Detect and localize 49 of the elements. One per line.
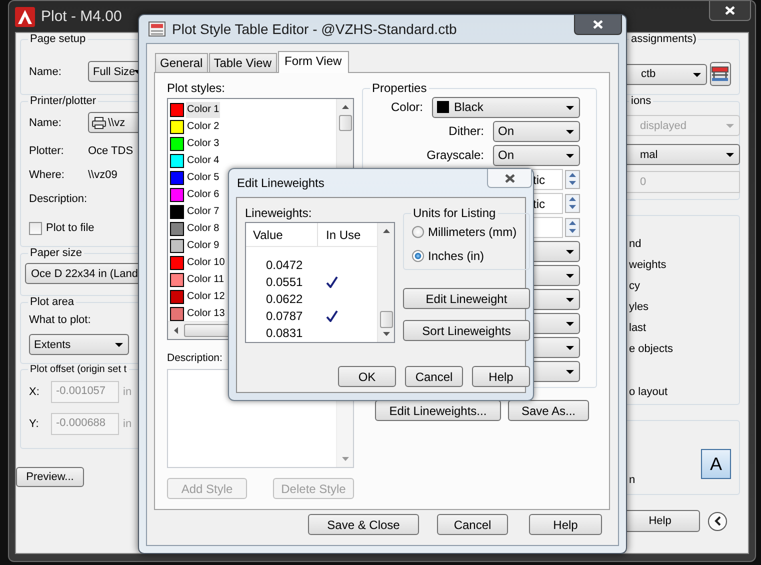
list-item-text: Color 7 bbox=[186, 204, 220, 218]
group-heading: Plot area bbox=[29, 296, 76, 308]
list-item-text: Color 10 bbox=[186, 256, 226, 270]
list-item-text: Color 8 bbox=[186, 222, 220, 236]
group-heading: assignments) bbox=[630, 33, 698, 45]
field-label: Where: bbox=[29, 169, 66, 181]
table-cell-text: 0.0472 bbox=[265, 258, 304, 272]
group-heading: Units for Listing bbox=[412, 206, 497, 220]
field-label: Description: bbox=[29, 193, 88, 205]
field-value: Oce TDS bbox=[88, 145, 134, 157]
list-item-text: Color 6 bbox=[186, 188, 220, 202]
field-label: Color: bbox=[390, 100, 423, 114]
field-label: Name: bbox=[29, 116, 62, 128]
list-item-text: Color 1 bbox=[186, 102, 220, 118]
window-title: Edit Lineweights bbox=[236, 176, 324, 190]
group-heading: ions bbox=[630, 95, 652, 107]
field-label: Grayscale: bbox=[426, 148, 484, 162]
document-icon: A bbox=[701, 449, 731, 479]
list-item-text: Color 4 bbox=[186, 154, 220, 168]
list-item-text: Color 3 bbox=[186, 136, 220, 150]
field-label: Y: bbox=[29, 418, 40, 430]
table-cell-text: 0.0831 bbox=[265, 326, 304, 340]
field-label: X: bbox=[29, 386, 40, 398]
list-item-text: Color 12 bbox=[186, 290, 226, 304]
table-cell-text: 0.0787 bbox=[265, 308, 304, 322]
field-label: Name: bbox=[29, 66, 62, 78]
table-cell-text: 0.0551 bbox=[265, 274, 304, 288]
group-heading: Page setup bbox=[29, 33, 87, 45]
list-item-text: Color 11 bbox=[186, 272, 226, 286]
field-label: Plotter: bbox=[29, 145, 65, 157]
unit-label: in bbox=[123, 386, 132, 398]
list-item-text: Color 5 bbox=[186, 170, 220, 184]
list-label: Plot styles: bbox=[167, 81, 226, 95]
list-item-text: Color 2 bbox=[186, 120, 220, 134]
group-heading: Paper size bbox=[29, 247, 83, 259]
group-heading: Properties bbox=[371, 81, 428, 95]
window-title: Plot Style Table Editor - @VZHS-Standard.ctb bbox=[172, 21, 457, 37]
window-title: Plot - M4.00 bbox=[41, 8, 122, 25]
table-cell-text: 0.0622 bbox=[265, 292, 304, 306]
field-label: Description: bbox=[167, 352, 224, 366]
unit-label: in bbox=[123, 418, 132, 430]
field-label: Dither: bbox=[448, 124, 484, 138]
group-heading: Printer/plotter bbox=[29, 95, 98, 107]
group-heading: Plot offset (origin set t bbox=[29, 364, 128, 375]
list-label: Lineweights: bbox=[245, 206, 313, 220]
field-value: \\vz09 bbox=[88, 169, 118, 181]
field-label: What to plot: bbox=[29, 314, 92, 328]
list-item-text: Color 9 bbox=[186, 238, 220, 252]
list-item-text: Color 13 bbox=[186, 306, 226, 320]
